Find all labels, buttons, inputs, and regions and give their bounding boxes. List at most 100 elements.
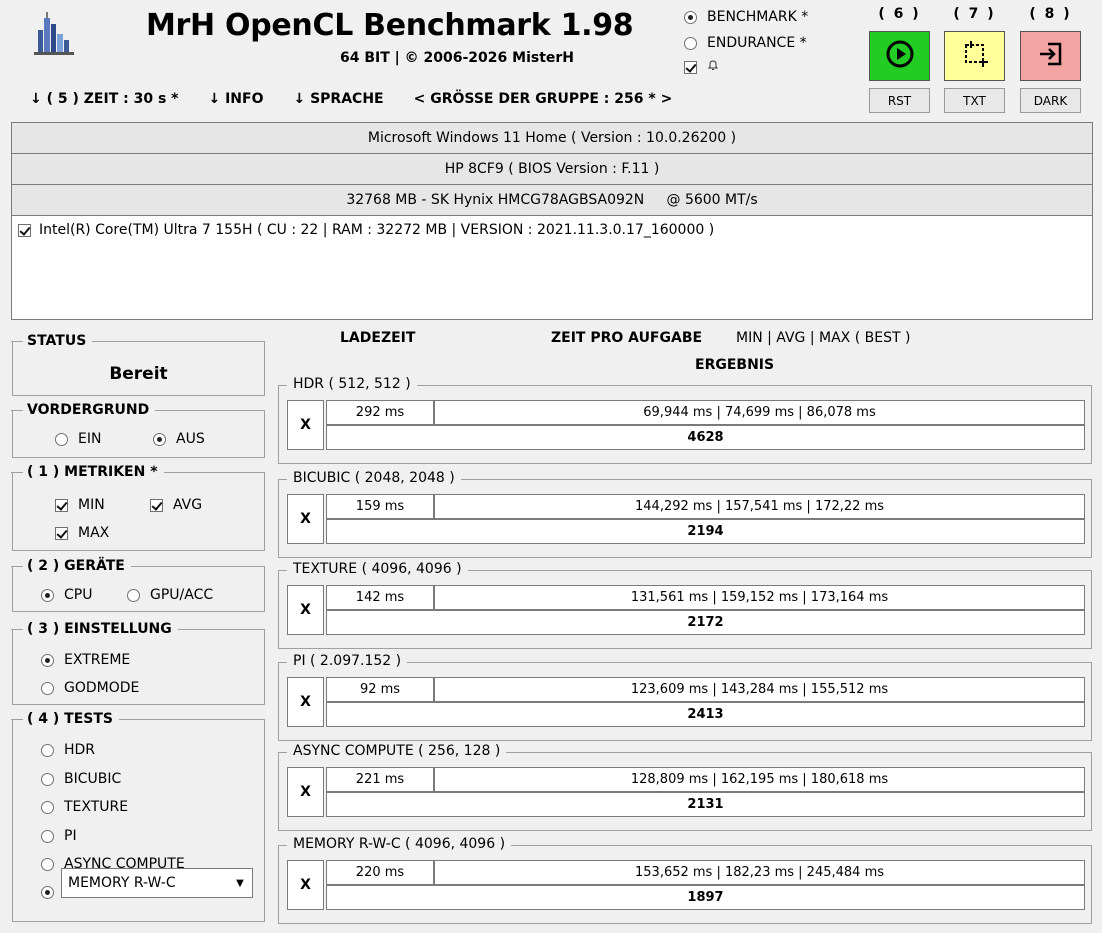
vordergrund-aus-radio[interactable]: AUS	[153, 431, 205, 447]
result-title: PI ( 2.097.152 )	[287, 653, 408, 669]
result-load-time: 292 ms	[326, 400, 434, 425]
metriken-group: ( 1 ) METRIKEN * MIN AVG MAX	[11, 464, 265, 551]
endurance-radio[interactable]: ENDURANCE *	[684, 35, 807, 51]
result-group: TEXTURE ( 4096, 4096 ) X 142 ms 131,561 …	[278, 561, 1092, 649]
info-menu[interactable]: ↓ INFO	[208, 91, 263, 107]
avg-checkbox[interactable]: AVG	[150, 497, 202, 513]
hdr-label: HDR	[64, 742, 96, 758]
app-logo-icon	[28, 8, 80, 60]
min-label: MIN	[78, 497, 105, 513]
result-score: 2194	[326, 519, 1085, 544]
result-task-times: 153,652 ms | 182,23 ms | 245,484 ms	[434, 860, 1085, 885]
geraete-group: ( 2 ) GERÄTE CPU GPU/ACC	[11, 558, 265, 612]
godmode-label: GODMODE	[64, 680, 140, 696]
start-number: ( 6 )	[878, 6, 921, 22]
radio-unchecked-icon	[41, 743, 54, 757]
result-task-times: 69,944 ms | 74,699 ms | 86,078 ms	[434, 400, 1085, 425]
sprache-menu[interactable]: ↓ SPRACHE	[293, 91, 383, 107]
tests-title: ( 4 ) TESTS	[11, 711, 119, 727]
sound-checkbox[interactable]	[684, 59, 719, 75]
screenshot-button[interactable]	[944, 31, 1005, 81]
radio-unchecked-icon	[41, 772, 54, 786]
gpu-label: GPU/ACC	[150, 587, 214, 603]
device-list-item[interactable]: Intel(R) Core(TM) Ultra 7 155H ( CU : 22…	[12, 216, 1092, 244]
checkbox-checked-icon	[684, 60, 697, 74]
screenshot-number: ( 7 )	[953, 6, 996, 22]
metriken-title: ( 1 ) METRIKEN *	[11, 464, 164, 480]
test-select-dropdown[interactable]: MEMORY R-W-C ▼	[61, 868, 253, 898]
result-remove-button[interactable]: X	[287, 585, 324, 635]
radio-unchecked-icon	[127, 588, 140, 602]
radio-unchecked-icon	[41, 800, 54, 814]
result-score: 2172	[326, 610, 1085, 635]
test-hdr-radio[interactable]: HDR	[41, 742, 95, 758]
result-title: ASYNC COMPUTE ( 256, 128 )	[287, 743, 507, 759]
result-group: MEMORY R-W-C ( 4096, 4096 ) X 220 ms 153…	[278, 836, 1092, 924]
einstellung-title: ( 3 ) EINSTELLUNG	[11, 621, 178, 637]
result-remove-button[interactable]: X	[287, 860, 324, 910]
result-title: BICUBIC ( 2048, 2048 )	[287, 470, 461, 486]
extreme-radio[interactable]: EXTREME	[41, 652, 130, 668]
vordergrund-group: VORDERGRUND EIN AUS	[10, 402, 265, 458]
status-value: Bereit	[109, 364, 168, 384]
max-label: MAX	[78, 525, 110, 541]
device-checkbox[interactable]	[18, 223, 31, 237]
result-group: HDR ( 512, 512 ) X 292 ms 69,944 ms | 74…	[278, 376, 1092, 464]
test-memory-radio[interactable]	[41, 886, 54, 899]
result-remove-button[interactable]: X	[287, 400, 324, 450]
einstellung-group: ( 3 ) EINSTELLUNG EXTREME GODMODE	[11, 621, 265, 705]
system-info-panel: Microsoft Windows 11 Home ( Version : 10…	[11, 122, 1093, 320]
txt-button[interactable]: TXT	[944, 88, 1005, 113]
radio-checked-icon	[684, 10, 697, 24]
benchmark-label: BENCHMARK *	[707, 9, 809, 25]
ergebnis-header: ERGEBNIS	[695, 357, 775, 373]
benchmark-radio[interactable]: BENCHMARK *	[684, 9, 808, 25]
exit-button[interactable]	[1020, 31, 1081, 81]
bell-icon	[707, 59, 719, 75]
group-size-selector[interactable]: < GRÖSSE DER GRUPPE : 256 * >	[414, 91, 673, 107]
result-remove-button[interactable]: X	[287, 767, 324, 817]
top-nav: ↓ ( 5 ) ZEIT : 30 s * ↓ INFO ↓ SPRACHE <…	[30, 91, 672, 107]
result-load-time: 221 ms	[326, 767, 434, 792]
exit-icon	[1036, 39, 1066, 73]
radio-checked-icon	[153, 432, 166, 446]
test-select-value: MEMORY R-W-C	[68, 875, 176, 891]
result-score: 1897	[326, 885, 1085, 910]
cpu-radio[interactable]: CPU	[41, 587, 92, 603]
start-button[interactable]	[869, 31, 930, 81]
min-avg-max-header: MIN | AVG | MAX ( BEST )	[736, 330, 911, 346]
min-checkbox[interactable]: MIN	[55, 497, 105, 513]
test-texture-radio[interactable]: TEXTURE	[41, 799, 128, 815]
crop-screenshot-icon	[960, 39, 990, 73]
pi-label: PI	[64, 828, 77, 844]
bicubic-label: BICUBIC	[64, 771, 122, 787]
result-remove-button[interactable]: X	[287, 494, 324, 544]
device-label: Intel(R) Core(TM) Ultra 7 155H ( CU : 22…	[39, 222, 715, 238]
result-task-times: 128,809 ms | 162,195 ms | 180,618 ms	[434, 767, 1085, 792]
memory-info: 32768 MB - SK Hynix HMCG78AGBSA092N @ 56…	[12, 185, 1092, 216]
radio-checked-icon	[41, 653, 54, 667]
zeit-pro-aufgabe-header: ZEIT PRO AUFGABE	[551, 330, 703, 346]
radio-checked-icon	[41, 886, 54, 899]
max-checkbox[interactable]: MAX	[55, 525, 109, 541]
radio-unchecked-icon	[41, 829, 54, 843]
chevron-down-icon[interactable]: ▼	[228, 869, 252, 897]
cpu-label: CPU	[64, 587, 93, 603]
test-bicubic-radio[interactable]: BICUBIC	[41, 771, 121, 787]
geraete-title: ( 2 ) GERÄTE	[11, 558, 131, 574]
endurance-label: ENDURANCE *	[707, 35, 807, 51]
app-title: MrH OpenCL Benchmark 1.98	[146, 8, 634, 43]
result-title: HDR ( 512, 512 )	[287, 376, 417, 392]
dark-button[interactable]: DARK	[1020, 88, 1081, 113]
radio-unchecked-icon	[684, 36, 697, 50]
godmode-radio[interactable]: GODMODE	[41, 680, 139, 696]
gpu-radio[interactable]: GPU/ACC	[127, 587, 213, 603]
os-info: Microsoft Windows 11 Home ( Version : 10…	[12, 123, 1092, 154]
rst-button[interactable]: RST	[869, 88, 930, 113]
test-pi-radio[interactable]: PI	[41, 828, 77, 844]
app-subtitle: 64 BIT | © 2006-2026 MisterH	[340, 50, 575, 66]
result-remove-button[interactable]: X	[287, 677, 324, 727]
zeit-menu[interactable]: ↓ ( 5 ) ZEIT : 30 s *	[30, 91, 178, 107]
texture-label: TEXTURE	[64, 799, 129, 815]
vordergrund-ein-radio[interactable]: EIN	[55, 431, 101, 447]
